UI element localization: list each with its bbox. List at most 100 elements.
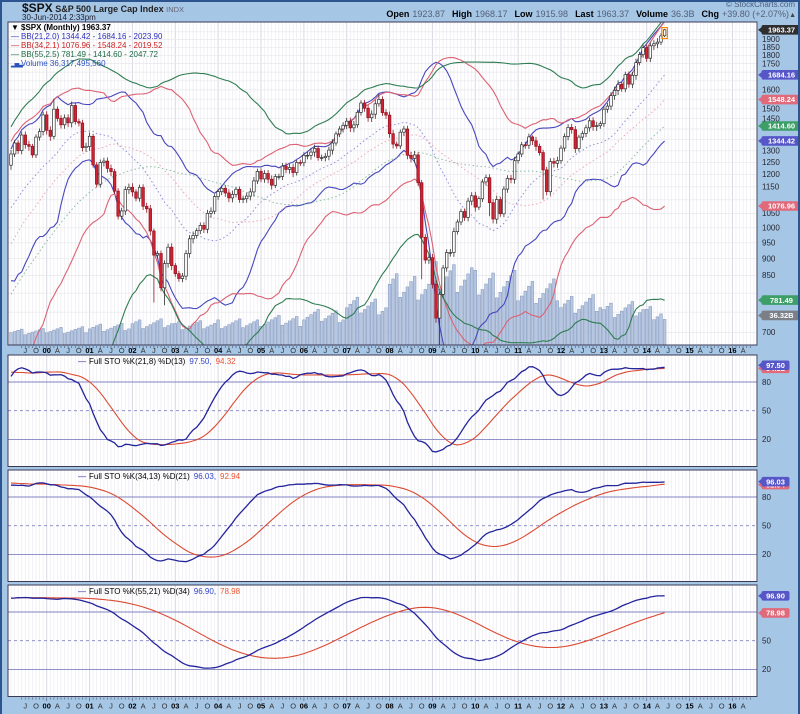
osc-axis-label: 20 xyxy=(762,435,771,444)
quote-value: 1915.98 xyxy=(535,9,569,19)
svg-text:O: O xyxy=(376,702,382,711)
svg-text:O: O xyxy=(119,346,125,355)
svg-text:O: O xyxy=(333,702,339,711)
svg-text:J: J xyxy=(238,346,242,355)
svg-text:J: J xyxy=(323,702,327,711)
svg-text:J: J xyxy=(152,346,156,355)
svg-text:00: 00 xyxy=(43,346,51,355)
svg-text:J: J xyxy=(195,346,199,355)
svg-text:A: A xyxy=(483,346,488,355)
svg-text:J: J xyxy=(581,346,585,355)
price-axis-label: 1500 xyxy=(762,105,780,114)
svg-text:12: 12 xyxy=(557,346,565,355)
stochastic-k-value: 97.50 xyxy=(189,356,210,366)
svg-text:16: 16 xyxy=(728,346,736,355)
axis-badge: 1344.42 xyxy=(758,136,800,146)
svg-text:J: J xyxy=(109,702,113,711)
date-axis: J O 00 A J O 01 A J O 02 A J O 03 A J O 04 A J O 05 A J O 06 A J O 07 A… xyxy=(21,346,751,355)
svg-text:J: J xyxy=(23,702,27,711)
osc-axis-label: 50 xyxy=(762,522,771,531)
svg-text:J: J xyxy=(452,346,456,355)
svg-text:J: J xyxy=(495,702,499,711)
svg-text:09: 09 xyxy=(428,702,436,711)
legend-separator: , xyxy=(213,586,217,596)
svg-text:96.90: 96.90 xyxy=(766,592,785,601)
stochastic-k-value: 96.90 xyxy=(193,586,214,596)
svg-text:O: O xyxy=(290,702,296,711)
svg-text:13: 13 xyxy=(600,346,608,355)
svg-text:J: J xyxy=(452,702,456,711)
svg-text:J: J xyxy=(195,702,199,711)
quote-value: 1963.37 xyxy=(596,9,630,19)
price-axis-label: 1250 xyxy=(762,158,780,167)
legend-row: ▂▅▃Volume 36,317,495,560 xyxy=(11,59,162,70)
stochastic-label: Full STO %K(21,8) %D(13) xyxy=(89,356,186,366)
legend-separator: , xyxy=(209,356,212,366)
quote-value: 1923.87 xyxy=(412,9,445,19)
svg-text:02: 02 xyxy=(128,346,136,355)
stockcharts-page: 700 850 900 950 1000 1050 1150 1200 1250 1300 1450… xyxy=(0,0,800,714)
svg-text:J: J xyxy=(623,702,627,711)
svg-text:A: A xyxy=(269,702,274,711)
svg-text:J: J xyxy=(366,346,370,355)
axis-badge: 781.49 xyxy=(758,295,800,305)
legend-text: BB(21,2.0) 1344.42 - 1684.16 - 2023.90 xyxy=(21,32,163,41)
svg-text:03: 03 xyxy=(171,702,179,711)
exchange: INDX xyxy=(166,5,185,14)
svg-text:A: A xyxy=(569,346,574,355)
svg-text:14: 14 xyxy=(643,702,652,711)
svg-text:O: O xyxy=(676,702,682,711)
svg-text:O: O xyxy=(333,346,339,355)
quote-label: High xyxy=(451,9,472,19)
legend-row: — BB(55,2.5) 781.49 - 1414.60 - 2047.72 xyxy=(11,50,162,59)
svg-text:J: J xyxy=(23,346,27,355)
svg-text:1076.96: 1076.96 xyxy=(768,202,795,211)
svg-text:J: J xyxy=(538,346,542,355)
svg-text:J: J xyxy=(666,346,670,355)
svg-text:A: A xyxy=(226,702,231,711)
svg-text:O: O xyxy=(719,346,725,355)
chart-datetime: 30-Jun-2014 2:33pm xyxy=(22,13,96,22)
svg-text:O: O xyxy=(462,346,468,355)
price-axis-label: 950 xyxy=(762,239,776,248)
legend-row: ▼ $SPX (Monthly) 1963.37 xyxy=(11,23,162,32)
copyright: © StockCharts.com xyxy=(725,0,795,9)
svg-text:A: A xyxy=(312,346,317,355)
svg-text:J: J xyxy=(538,702,542,711)
legend-text: BB(55,2.5) 781.49 - 1414.60 - 2047.72 xyxy=(21,50,158,59)
svg-text:1963.37: 1963.37 xyxy=(768,26,795,35)
quote-value: 36.3B xyxy=(670,9,695,19)
candlestick-marker-icon: ▼ xyxy=(11,23,19,32)
line-marker-icon: — xyxy=(11,50,19,59)
svg-text:A: A xyxy=(612,702,617,711)
svg-text:O: O xyxy=(33,346,39,355)
price-axis-label: 1000 xyxy=(762,224,780,233)
svg-text:05: 05 xyxy=(257,702,265,711)
line-marker-icon: — xyxy=(78,471,86,481)
quote-value: +39.80 (+2.07%) xyxy=(722,9,790,19)
svg-text:1344.42: 1344.42 xyxy=(768,137,795,146)
price-axis-label: 1900 xyxy=(762,35,780,44)
line-marker-icon: — xyxy=(11,32,19,41)
quote-value: 1968.17 xyxy=(474,9,508,19)
osc-axis-label: 50 xyxy=(762,407,771,416)
svg-text:12: 12 xyxy=(557,702,565,711)
axis-badge: 1414.60 xyxy=(758,121,800,131)
svg-text:A: A xyxy=(655,346,660,355)
volume-icon: ▂▅▃ xyxy=(11,62,23,68)
svg-text:A: A xyxy=(98,702,103,711)
axis-badge: 1963.37 xyxy=(758,25,800,35)
axis-badge: 1076.96 xyxy=(758,201,800,211)
svg-text:J: J xyxy=(281,346,285,355)
svg-text:O: O xyxy=(719,702,725,711)
svg-text:A: A xyxy=(183,702,188,711)
stochastic-k-value: 96.03 xyxy=(193,471,214,481)
svg-text:1414.60: 1414.60 xyxy=(768,122,795,131)
svg-text:A: A xyxy=(355,346,360,355)
legend-row: — BB(34,2.1) 1076.96 - 1548.24 - 2019.52 xyxy=(11,41,162,50)
svg-text:J: J xyxy=(238,702,242,711)
svg-text:J: J xyxy=(409,702,413,711)
svg-text:A: A xyxy=(98,346,103,355)
svg-text:08: 08 xyxy=(385,346,393,355)
quote-label: Open xyxy=(386,9,410,19)
